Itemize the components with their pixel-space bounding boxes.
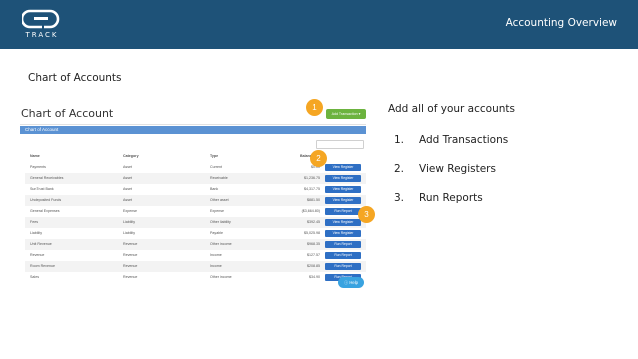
balance-cell: $968.35 [307,242,320,246]
view-register-button[interactable]: View Register [325,164,361,171]
category-cell: Revenue [123,275,138,279]
header-bar: TRACK Accounting Overview [0,0,638,49]
run-report-button[interactable]: Run Report [325,252,361,259]
table-row: Fees Liability Other liability $392.45 View … [25,217,366,228]
category-cell: Revenue [123,242,138,246]
screenshot-title: Chart of Account [21,107,114,120]
table-row: Revenue Revenue Income $127.57 Run Report [25,250,366,261]
category-cell: Liability [123,231,135,235]
category-cell: Asset [123,198,132,202]
category-cell: Asset [123,165,132,169]
list-number: 2. [394,163,405,175]
balance-cell: $5,025.98 [304,231,320,235]
step-badge-3: 3 [358,206,375,223]
panel-header: Chart of Account [20,126,366,134]
type-cell: Other liability [210,220,231,224]
category-cell: Asset [123,187,132,191]
divider [20,124,366,125]
list-item: 1. Add Transactions [394,134,508,146]
account-name-cell: Fees [30,220,38,224]
account-name-cell: Unit Revenue [30,242,52,246]
list-number: 3. [394,192,405,204]
column-header-name[interactable]: Name [30,154,40,158]
view-register-button[interactable]: View Register [325,175,361,182]
balance-cell: $881.50 [307,198,320,202]
table-row: General Expenses Expense Expense ($3,664.80… [25,206,366,217]
account-name-cell: Sales [30,275,39,279]
account-name-cell: Room Revenue [30,264,55,268]
type-cell: Receivable [210,176,228,180]
type-cell: Income [210,253,222,257]
section-title: Chart of Accounts [28,72,122,84]
help-button[interactable]: ⓘ Help [338,277,364,288]
account-name-cell: SunTrust Bank [30,187,54,191]
view-register-button[interactable]: View Register [325,197,361,204]
category-cell: Expense [123,209,137,213]
table-row: Room Revenue Revenue Income $208.85 Run Repo… [25,261,366,272]
table-row: SalesRevenueOther income$34.90Run Report [25,272,366,283]
type-cell: Other income [210,275,232,279]
brand-name: TRACK [25,31,59,39]
header-title: Accounting Overview [505,17,617,29]
table-row: SunTrust Bank Asset Bank $4,317.75 View Regi… [25,184,366,195]
balance-cell: $127.57 [307,253,320,257]
account-name-cell: General Receivables [30,176,64,180]
search-input[interactable] [316,140,364,149]
account-name-cell: Liability [30,231,42,235]
type-cell: Bank [210,187,219,191]
step-badge-2: 2 [310,150,327,167]
balance-cell: $4,317.75 [304,187,320,191]
account-name-cell: Undeposited Funds [30,198,62,202]
balance-cell: $34.90 [309,275,320,279]
type-cell: Expense [210,209,224,213]
type-cell: Other income [210,242,232,246]
table-row: General Receivables Asset Receivable $1,236… [25,173,366,184]
run-report-button[interactable]: Run Report [325,263,361,270]
type-cell: Current [210,165,222,169]
add-transaction-button[interactable]: Add Transaction ▾ [326,109,366,119]
list-label: Add Transactions [419,134,509,146]
list-item: 3. Run Reports [394,192,483,204]
view-register-button[interactable]: View Register [325,219,361,226]
type-cell: Income [210,264,222,268]
view-register-button[interactable]: View Register [325,186,361,193]
right-panel-title: Add all of your accounts [388,103,515,115]
step-badge-1: 1 [306,99,323,116]
balance-cell: $1,236.75 [304,176,320,180]
chart-of-accounts-screenshot: Chart of Account Add Transaction ▾ Chart… [20,105,366,291]
account-name-cell: Payments [30,165,46,169]
balance-cell: $208.85 [307,264,320,268]
balance-cell: $392.45 [307,220,320,224]
category-cell: Revenue [123,253,138,257]
category-cell: Liability [123,220,135,224]
account-name-cell: Revenue [30,253,45,257]
run-report-button[interactable]: Run Report [325,241,361,248]
table-row: Undeposited Funds Asset Other asset $881.50… [25,195,366,206]
table-row: Unit Revenue Revenue Other income $968.35 Ru… [25,239,366,250]
category-cell: Asset [123,176,132,180]
column-header-type[interactable]: Type [210,154,218,158]
list-item: 2. View Registers [394,163,496,175]
view-register-button[interactable]: View Register [325,230,361,237]
column-header-category[interactable]: Category [123,154,139,158]
list-number: 1. [394,134,405,146]
list-label: View Registers [419,163,496,175]
run-report-button[interactable]: Run Report [325,208,361,215]
type-cell: Payable [210,231,223,235]
category-cell: Revenue [123,264,138,268]
table-row: Liability Liability Payable $5,025.98 View R… [25,228,366,239]
list-label: Run Reports [419,192,483,204]
type-cell: Other asset [210,198,229,202]
account-name-cell: General Expenses [30,209,60,213]
balance-cell: ($3,664.80) [301,209,320,213]
